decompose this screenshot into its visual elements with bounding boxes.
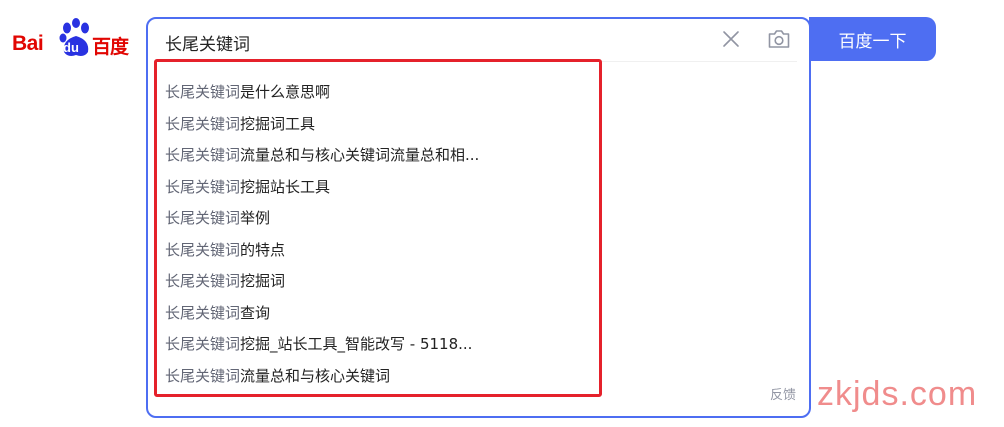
suggestion-item[interactable]: 长尾关键词挖掘词工具: [157, 109, 599, 141]
suggestion-suffix: 挖掘词: [240, 272, 286, 290]
close-icon[interactable]: [722, 30, 740, 48]
camera-icon[interactable]: [767, 28, 791, 50]
suggestion-list: 长尾关键词是什么意思啊 长尾关键词挖掘词工具 长尾关键词流量总和与核心关键词流量…: [154, 59, 602, 397]
suggestion-prefix: 长尾关键词: [165, 335, 241, 353]
feedback-link[interactable]: 反馈: [770, 384, 796, 403]
suggestion-suffix: 流量总和与核心关键词流量总和相...: [240, 146, 480, 164]
suggestion-suffix: 挖掘站长工具: [240, 177, 331, 196]
baidu-logo[interactable]: Bai du 百度: [12, 18, 130, 62]
suggestion-prefix: 长尾关键词: [165, 272, 241, 290]
suggestion-prefix: 长尾关键词: [165, 114, 241, 133]
suggestion-item[interactable]: 长尾关键词查询: [157, 298, 599, 330]
suggestion-prefix: 长尾关键词: [165, 177, 241, 196]
suggestion-item[interactable]: 长尾关键词流量总和与核心关键词流量总和相...: [157, 140, 599, 172]
suggestion-item[interactable]: 长尾关键词挖掘_站长工具_智能改写 - 5118...: [157, 329, 599, 361]
search-box: 长尾关键词 长尾关键词是什么意思啊 长尾关键词挖掘词工具 长尾关键词流量总和与核…: [146, 17, 811, 418]
logo-text-du: du: [63, 40, 79, 55]
suggestion-prefix: 长尾关键词: [165, 303, 241, 322]
suggestion-suffix: 查询: [240, 303, 271, 322]
logo-text-baidu-cn: 百度: [92, 36, 129, 58]
suggestion-suffix: 流量总和与核心关键词: [240, 366, 391, 385]
suggestion-item[interactable]: 长尾关键词是什么意思啊: [157, 77, 599, 109]
search-input[interactable]: 长尾关键词: [165, 30, 250, 55]
suggestion-prefix: 长尾关键词: [165, 240, 241, 259]
suggestion-item[interactable]: 长尾关键词举例: [157, 203, 599, 235]
suggestion-prefix: 长尾关键词: [165, 209, 241, 227]
suggestion-prefix: 长尾关键词: [165, 146, 241, 164]
suggestion-item[interactable]: 长尾关键词挖掘词: [157, 266, 599, 298]
suggestion-prefix: 长尾关键词: [165, 83, 241, 101]
suggestion-suffix: 挖掘_站长工具_智能改写 - 5118...: [240, 335, 473, 353]
suggestion-item[interactable]: 长尾关键词流量总和与核心关键词: [157, 361, 599, 393]
suggestion-suffix: 挖掘词工具: [240, 114, 316, 133]
logo-text-bai: Bai: [12, 32, 44, 55]
watermark: zkjds.com: [817, 375, 978, 413]
search-button[interactable]: 百度一下: [809, 17, 936, 61]
suggestion-item[interactable]: 长尾关键词的特点: [157, 235, 599, 267]
suggestion-item[interactable]: 长尾关键词挖掘站长工具: [157, 172, 599, 204]
suggestion-suffix: 的特点: [240, 240, 286, 259]
suggestion-suffix: 举例: [240, 209, 271, 227]
suggestion-suffix: 是什么意思啊: [240, 83, 331, 101]
suggestion-prefix: 长尾关键词: [165, 366, 241, 385]
